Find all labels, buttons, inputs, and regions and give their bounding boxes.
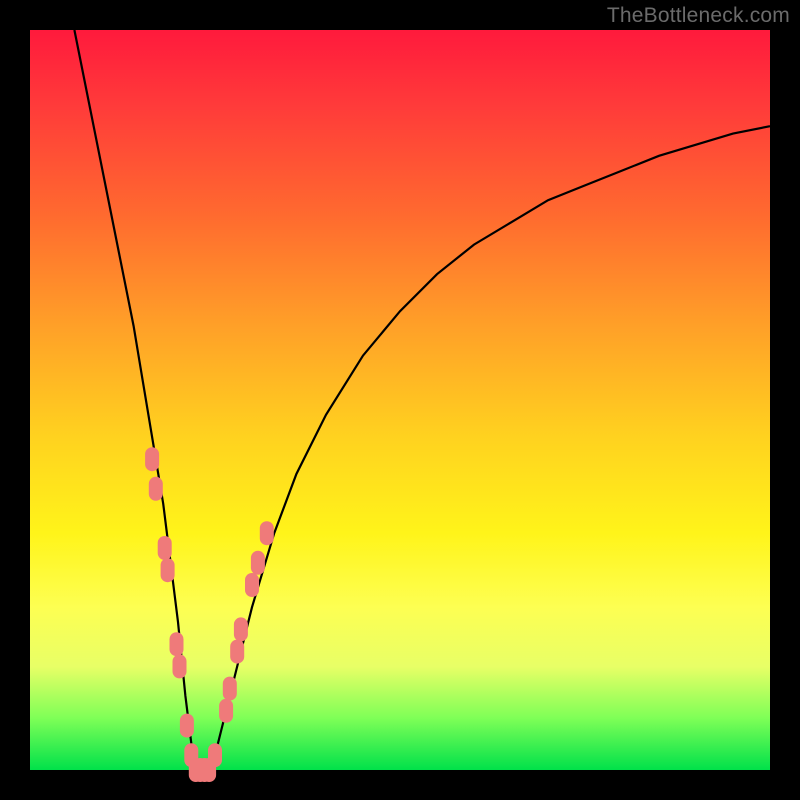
plot-area — [30, 30, 770, 770]
highlight-dot — [234, 617, 248, 641]
highlight-dot — [180, 714, 194, 738]
highlight-dot — [173, 654, 187, 678]
highlight-dot — [260, 521, 274, 545]
highlight-dot — [230, 640, 244, 664]
watermark-text: TheBottleneck.com — [607, 4, 790, 28]
highlight-dot — [219, 699, 233, 723]
highlight-dot — [161, 558, 175, 582]
chart-frame: TheBottleneck.com — [0, 0, 800, 800]
highlight-dot — [170, 632, 184, 656]
curve-layer — [30, 30, 770, 770]
highlight-dot — [223, 677, 237, 701]
highlight-dot — [245, 573, 259, 597]
highlight-dot — [145, 447, 159, 471]
highlight-dot — [251, 551, 265, 575]
highlight-dot — [158, 536, 172, 560]
highlight-dots — [145, 447, 274, 782]
highlight-dot — [208, 743, 222, 767]
highlight-dot — [149, 477, 163, 501]
